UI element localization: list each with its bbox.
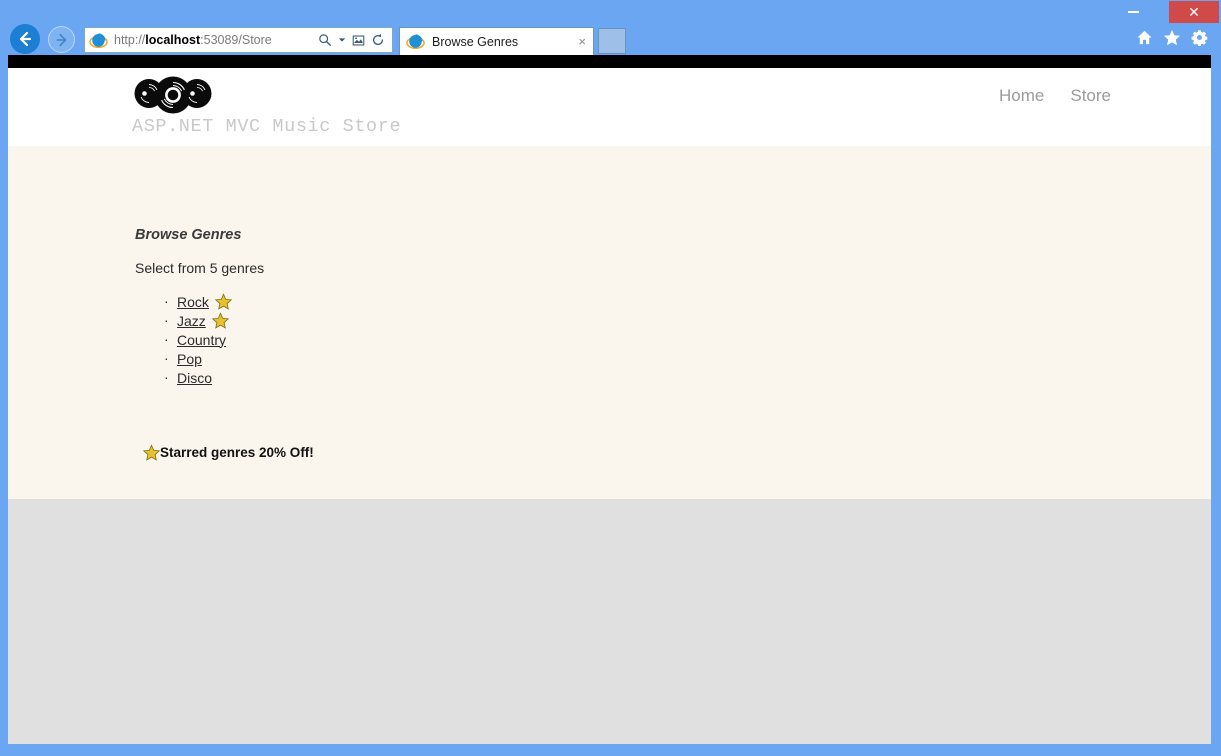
browser-tab[interactable]: Browse Genres ×	[399, 27, 594, 55]
genre-link-disco[interactable]: Disco	[177, 370, 212, 386]
star-icon	[214, 293, 232, 310]
internet-explorer-icon	[89, 32, 108, 48]
genre-link-jazz[interactable]: Jazz	[177, 313, 206, 329]
back-arrow-icon	[19, 31, 32, 47]
minimize-button[interactable]	[1111, 1, 1156, 22]
bullet-icon: ·	[164, 350, 169, 366]
address-bar[interactable]: http://localhost:53089/Store	[84, 27, 393, 53]
forward-arrow-icon	[56, 33, 66, 46]
url-host: localhost	[145, 33, 201, 47]
bullet-icon: ·	[164, 293, 169, 309]
site-brand[interactable]: ASP.NET MVC Music Store	[132, 76, 401, 137]
browser-toolbar-icons	[1136, 29, 1208, 46]
promo-banner: Starred genres 20% Off!	[143, 444, 314, 461]
browser-titlebar: http://localhost:53089/Store Browse Genr…	[0, 0, 1221, 55]
page-title: Browse Genres	[135, 227, 242, 243]
close-icon: ✕	[1188, 4, 1200, 20]
page-top-black-bar	[8, 55, 1211, 68]
compatibility-view-icon[interactable]	[352, 34, 365, 47]
site-navigation: Home Store	[999, 86, 1111, 106]
genre-link-rock[interactable]: Rock	[177, 294, 209, 310]
browser-window: http://localhost:53089/Store Browse Genr…	[0, 0, 1221, 756]
genre-link-country[interactable]: Country	[177, 332, 226, 348]
page-viewport: ASP.NET MVC Music Store Home Store Brows…	[8, 68, 1211, 744]
site-header: ASP.NET MVC Music Store Home Store	[8, 68, 1211, 146]
close-window-button[interactable]: ✕	[1169, 1, 1219, 23]
nav-link-home[interactable]: Home	[999, 86, 1044, 106]
star-icon[interactable]	[1163, 29, 1181, 46]
tab-title: Browse Genres	[432, 34, 519, 49]
list-item: · Country	[164, 330, 232, 349]
genre-list: · Rock · Jazz · Country · Pop · Disco	[164, 292, 232, 387]
chevron-down-icon[interactable]	[338, 36, 346, 44]
vinyl-records-logo	[132, 76, 214, 114]
list-item: · Rock	[164, 292, 232, 311]
vinyl-records-logo-icon	[134, 76, 212, 114]
minimize-icon	[1128, 10, 1139, 13]
list-item: · Pop	[164, 349, 232, 368]
new-tab-button[interactable]	[598, 28, 626, 54]
forward-button[interactable]	[48, 26, 75, 53]
refresh-icon[interactable]	[371, 33, 385, 47]
list-item: · Jazz	[164, 311, 232, 330]
star-icon	[211, 312, 229, 329]
main-content: Browse Genres Select from 5 genres · Roc…	[8, 146, 1211, 499]
list-item: · Disco	[164, 368, 232, 387]
genre-count-text: Select from 5 genres	[135, 260, 265, 276]
search-icon[interactable]	[318, 33, 332, 47]
bullet-icon: ·	[164, 312, 169, 328]
address-bar-icons	[318, 33, 385, 47]
home-icon[interactable]	[1136, 29, 1153, 46]
url-suffix: :53089/Store	[200, 33, 272, 47]
bullet-icon: ·	[164, 331, 169, 347]
site-brand-text: ASP.NET MVC Music Store	[132, 116, 402, 137]
nav-link-store[interactable]: Store	[1070, 86, 1111, 106]
star-icon	[143, 444, 160, 461]
gear-icon[interactable]	[1191, 29, 1208, 46]
url-text: http://localhost:53089/Store	[114, 33, 318, 47]
url-prefix: http://	[114, 33, 146, 47]
internet-explorer-icon	[406, 34, 425, 50]
promo-text: Starred genres 20% Off!	[160, 445, 314, 460]
bullet-icon: ·	[164, 369, 169, 385]
genre-link-pop[interactable]: Pop	[177, 351, 202, 367]
close-icon[interactable]: ×	[578, 35, 586, 48]
back-button[interactable]	[10, 24, 40, 54]
